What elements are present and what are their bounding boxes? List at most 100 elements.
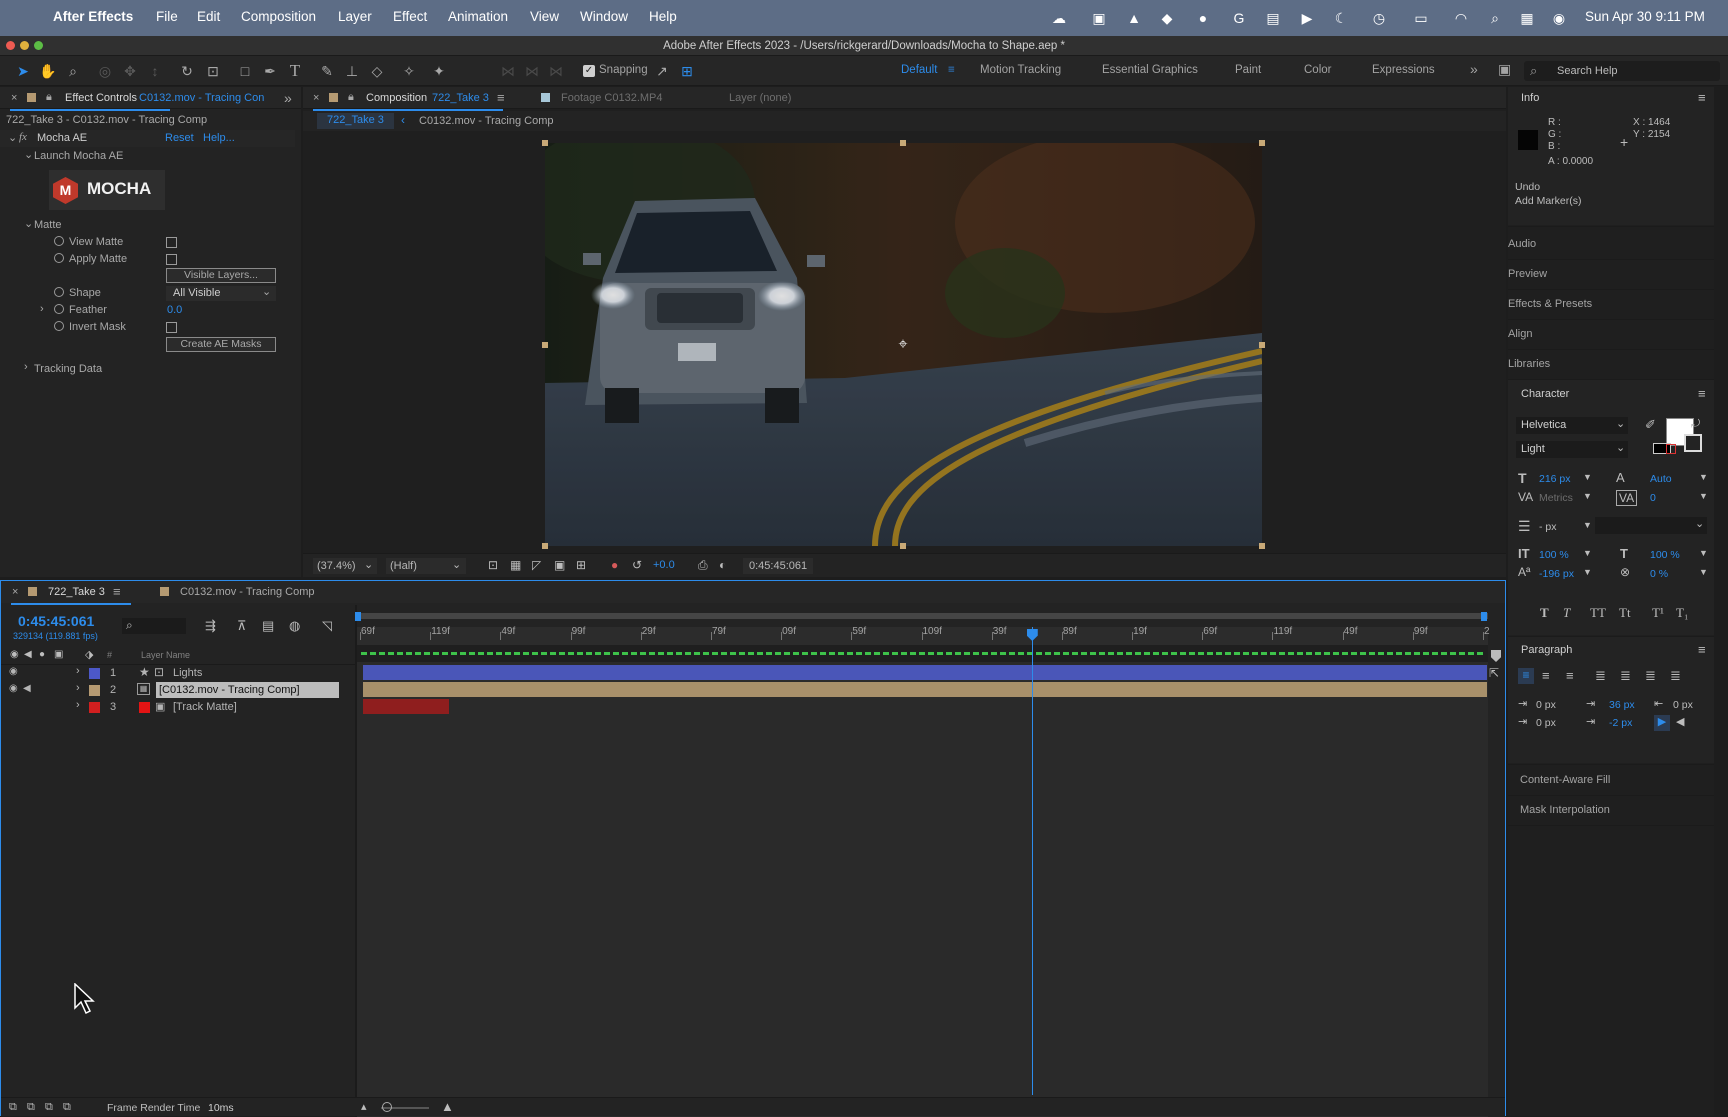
view-axis-icon[interactable]: ⋈ [546,61,566,81]
moon-icon[interactable]: ☾ [1332,9,1350,27]
apple-icon[interactable] [16,9,34,27]
close-tab-icon[interactable]: × [313,92,319,104]
ltr-direction-icon[interactable]: ▶ [1654,715,1670,731]
superscript-button[interactable]: T¹ [1652,605,1664,621]
stopwatch-icon[interactable] [54,304,68,316]
in-out-icon[interactable]: ⧉ [45,1101,53,1114]
close-tab-icon[interactable]: × [11,92,17,104]
layer-tab[interactable]: Layer (none) [729,92,791,104]
transform-handle[interactable] [900,543,906,549]
show-snapshot-icon[interactable]: ◐ [719,558,726,572]
eye-icon[interactable]: ◉ [9,683,18,694]
workspace-expressions[interactable]: Expressions [1372,64,1435,76]
font-style-dropdown[interactable]: Light ⌄ [1516,441,1628,458]
zoom-out-icon[interactable]: ▴ [361,1100,367,1113]
fx-mocha-row[interactable]: ⌄ fx Mocha AE Reset Help... [0,130,295,147]
eye-icon[interactable]: ◉ [9,666,18,677]
chevron-down-icon[interactable]: ⌄ [24,217,33,230]
apply-matte-checkbox[interactable] [166,254,177,265]
view-matte-checkbox[interactable] [166,237,177,248]
baseline-shift-value[interactable]: -196 px [1539,568,1574,580]
panel-menu-icon[interactable]: ≡ [1698,642,1706,657]
layer-label-color[interactable] [89,702,100,713]
layer-name[interactable]: Lights [173,667,202,679]
paragraph-title[interactable]: Paragraph [1521,644,1572,656]
mocha-logo-button[interactable]: M MOCHA [49,170,165,210]
history-icon[interactable]: ◷ [1370,9,1388,27]
layer-bar-3[interactable] [363,699,449,714]
layer-name[interactable]: [Track Matte] [173,701,237,713]
layer-name[interactable]: [C0132.mov - Tracing Comp] [156,682,339,698]
layer-bar-2[interactable] [363,682,1487,697]
menu-layer[interactable]: Layer [338,9,372,24]
composition-tab-label[interactable]: Composition [366,92,427,104]
search-help-field[interactable]: ⌕ Search Help [1524,61,1720,81]
layer-label-color[interactable] [89,668,100,679]
chevron-down-icon[interactable]: ▼ [1699,548,1708,558]
brush-tool-icon[interactable]: ✎ [317,61,337,81]
app-menu[interactable]: After Effects [53,9,133,24]
roto-brush-icon[interactable]: ✧ [399,61,419,81]
chevron-down-icon[interactable]: ▼ [1699,472,1708,482]
chevron-down-icon[interactable]: ▼ [1583,548,1592,558]
chevron-down-icon[interactable]: ⌄ [24,148,33,161]
stopwatch-icon[interactable] [54,321,68,333]
transfer-controls-icon[interactable]: ⧉ [27,1101,35,1114]
space-before-value[interactable]: 36 px [1609,699,1635,711]
timeline-empty-area[interactable] [357,715,1488,1117]
clone-stamp-icon[interactable]: ⊥ [342,61,362,81]
preview-panel-header[interactable]: Preview [1508,268,1547,280]
more-workspaces-icon[interactable]: » [1470,61,1478,77]
layer-label-color[interactable] [89,685,100,696]
pen-tool-icon[interactable]: ✒ [260,61,280,81]
puppet-pin-icon[interactable]: ✦ [429,61,449,81]
chevron-down-icon[interactable]: ▼ [1583,520,1592,530]
transform-handle[interactable] [542,140,548,146]
stopwatch-icon[interactable] [54,253,68,265]
timeline-timecode[interactable]: 0:45:45:061 [18,613,94,629]
selection-tool-icon[interactable]: ➤ [13,61,33,81]
channels-icon[interactable]: ● [611,558,618,572]
timeline-tab-active[interactable]: 722_Take 3 [48,586,105,598]
panel-menu-icon[interactable]: ≡ [113,584,121,599]
camera-icon[interactable]: ▣ [1090,9,1108,27]
transparency-grid-icon[interactable]: ▦ [510,558,521,572]
window-icon[interactable]: ▤ [1264,9,1282,27]
composition-tab-name[interactable]: 722_Take 3 [432,92,489,104]
orbit-tool-icon[interactable]: ◎ [95,61,115,81]
viewer-timecode[interactable]: 0:45:45:061 [743,558,814,574]
minimize-window-button[interactable] [20,41,29,50]
grid-options-icon[interactable]: ⊞ [576,558,586,572]
feather-value[interactable]: 0.0 [167,304,182,316]
eyedropper-icon[interactable]: ✐ [1645,417,1656,433]
font-family-dropdown[interactable]: Helvetica ⌄ [1516,417,1628,434]
frame-blending-icon[interactable]: ▤ [262,618,274,634]
work-area-end[interactable] [1481,612,1487,621]
layer-row-3[interactable]: › 3 ▣ [Track Matte] [3,699,355,716]
justify-all-icon[interactable]: ≣ [1670,668,1681,684]
effect-controls-tab-target[interactable]: C0132.mov - Tracing Con [139,92,264,104]
menu-edit[interactable]: Edit [197,9,220,24]
workspace-paint[interactable]: Paint [1235,64,1261,76]
dolly-tool-icon[interactable]: ↕ [145,61,165,81]
guides-icon[interactable]: ▣ [554,558,565,572]
workspace-default[interactable]: Default [901,64,937,76]
libraries-panel-header[interactable]: Libraries [1508,358,1550,370]
effect-controls-tab-label[interactable]: Effect Controls [65,92,137,104]
world-axis-icon[interactable]: ⋈ [522,61,542,81]
anchor-tool-icon[interactable]: ⊡ [203,61,223,81]
layer-row-1[interactable]: ◉ › 1 ★ ⊡ Lights [3,665,355,682]
no-stroke-icon[interactable] [1666,444,1676,454]
comp-marker-bin-icon[interactable]: ⇱ [1489,666,1499,680]
launch-mocha-row[interactable]: ⌄ Launch Mocha AE [0,148,295,165]
chevron-down-icon[interactable]: ▼ [1699,567,1708,577]
kerning-value[interactable]: Metrics [1539,492,1573,504]
justify-center-icon[interactable]: ≣ [1620,668,1631,684]
siri-icon[interactable]: ◉ [1550,9,1568,27]
workspace-color[interactable]: Color [1304,64,1331,76]
indent-right-value[interactable]: 0 px [1673,699,1693,711]
pan-tool-icon[interactable]: ✥ [120,61,140,81]
zoom-dropdown[interactable]: (37.4%) ⌄ [313,558,377,574]
timeline-scrollbar[interactable]: ⇱ [1488,627,1505,1117]
composition-mini-flowchart-icon[interactable]: ⇶ [205,618,216,634]
